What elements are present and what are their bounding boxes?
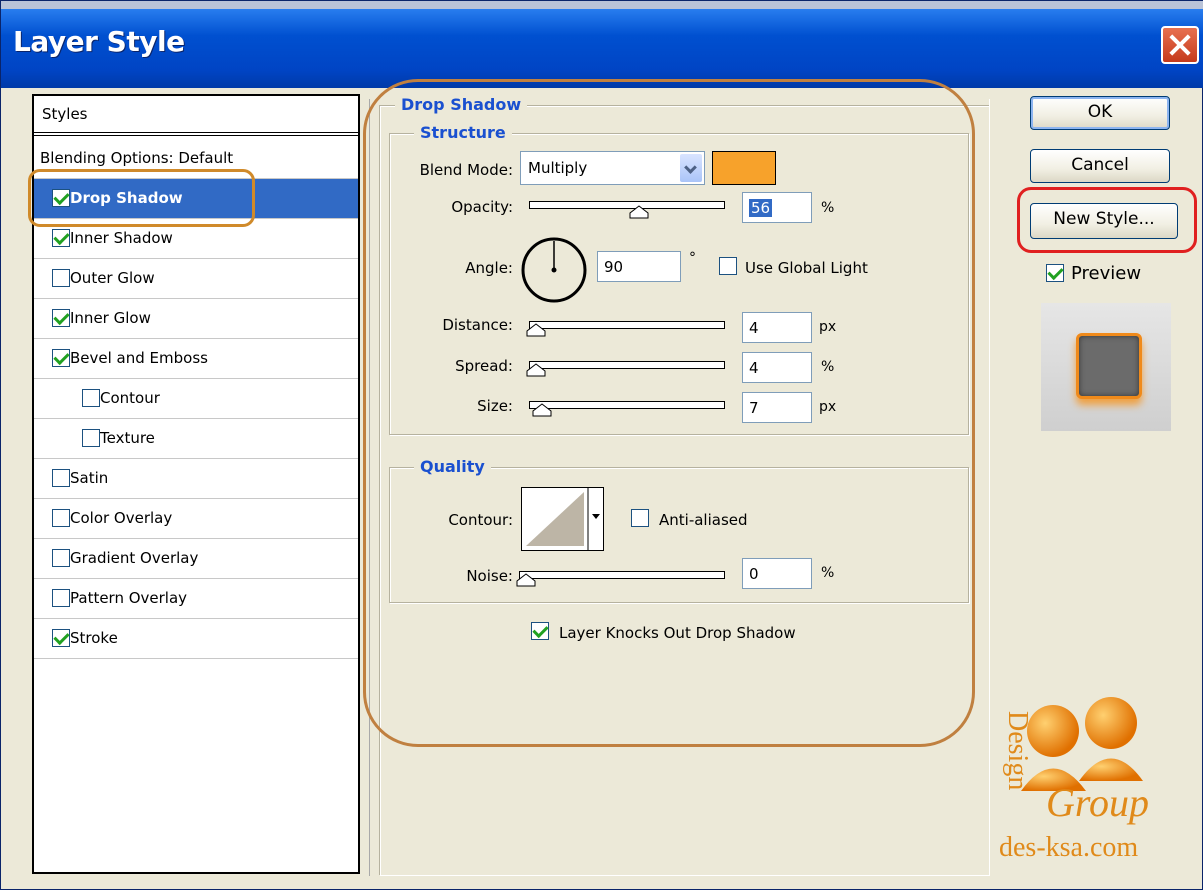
- drop-shadow-highlight-ring: [28, 169, 255, 227]
- style-checkbox[interactable]: [52, 549, 70, 567]
- preview-label: Preview: [1071, 263, 1142, 284]
- style-item-label: Inner Shadow: [70, 229, 173, 247]
- settings-highlight-ring: [363, 79, 975, 747]
- style-item-bevel-and-emboss[interactable]: Bevel and Emboss: [34, 339, 358, 379]
- style-item-inner-glow[interactable]: Inner Glow: [34, 299, 358, 339]
- style-checkbox[interactable]: [82, 429, 100, 447]
- style-item-outer-glow[interactable]: Outer Glow: [34, 259, 358, 299]
- new-style-highlight-ring: [1017, 187, 1197, 253]
- style-item-label: Blending Options: Default: [40, 149, 234, 167]
- close-button[interactable]: [1161, 26, 1199, 64]
- style-preview: [1041, 303, 1171, 431]
- style-item-label: Bevel and Emboss: [70, 349, 208, 367]
- style-checkbox[interactable]: [52, 229, 70, 247]
- style-checkbox[interactable]: [52, 269, 70, 287]
- watermark-group-text: Group: [1046, 780, 1149, 825]
- title-bar: Layer Style: [1, 1, 1203, 88]
- layer-style-dialog: Layer Style Styles Blending Options: Def…: [0, 0, 1203, 890]
- style-item-label: Stroke: [70, 629, 118, 647]
- style-item-gradient-overlay[interactable]: Gradient Overlay: [34, 539, 358, 579]
- title-bar-strip: [1, 1, 1203, 9]
- watermark-logo: Design Group des-ksa.com: [999, 697, 1149, 863]
- window-title: Layer Style: [13, 25, 185, 58]
- style-checkbox[interactable]: [82, 389, 100, 407]
- style-item-stroke[interactable]: Stroke: [34, 619, 358, 659]
- style-checkbox[interactable]: [52, 309, 70, 327]
- style-item-label: Satin: [70, 469, 109, 487]
- style-item-label: Color Overlay: [70, 509, 173, 527]
- preview-swatch: [1076, 333, 1142, 399]
- style-item-label: Contour: [100, 389, 160, 407]
- cancel-button[interactable]: Cancel: [1030, 149, 1170, 183]
- watermark-site-text: des-ksa.com: [999, 832, 1138, 863]
- style-item-label: Pattern Overlay: [70, 589, 188, 607]
- style-item-color-overlay[interactable]: Color Overlay: [34, 499, 358, 539]
- style-checkbox[interactable]: [52, 509, 70, 527]
- style-item-satin[interactable]: Satin: [34, 459, 358, 499]
- style-checkbox[interactable]: [52, 469, 70, 487]
- style-item-contour[interactable]: Contour: [34, 379, 358, 419]
- styles-header: Styles: [34, 96, 358, 136]
- style-checkbox[interactable]: [52, 589, 70, 607]
- preview-checkbox[interactable]: [1046, 264, 1064, 282]
- style-checkbox[interactable]: [52, 349, 70, 367]
- style-checkbox[interactable]: [52, 629, 70, 647]
- style-item-label: Texture: [100, 429, 155, 447]
- style-item-label: Inner Glow: [70, 309, 151, 327]
- style-item-label: Outer Glow: [70, 269, 155, 287]
- ok-button[interactable]: OK: [1030, 96, 1170, 130]
- style-item-texture[interactable]: Texture: [34, 419, 358, 459]
- style-item-pattern-overlay[interactable]: Pattern Overlay: [34, 579, 358, 619]
- watermark-design-text: Design: [1002, 711, 1033, 790]
- style-item-label: Gradient Overlay: [70, 549, 199, 567]
